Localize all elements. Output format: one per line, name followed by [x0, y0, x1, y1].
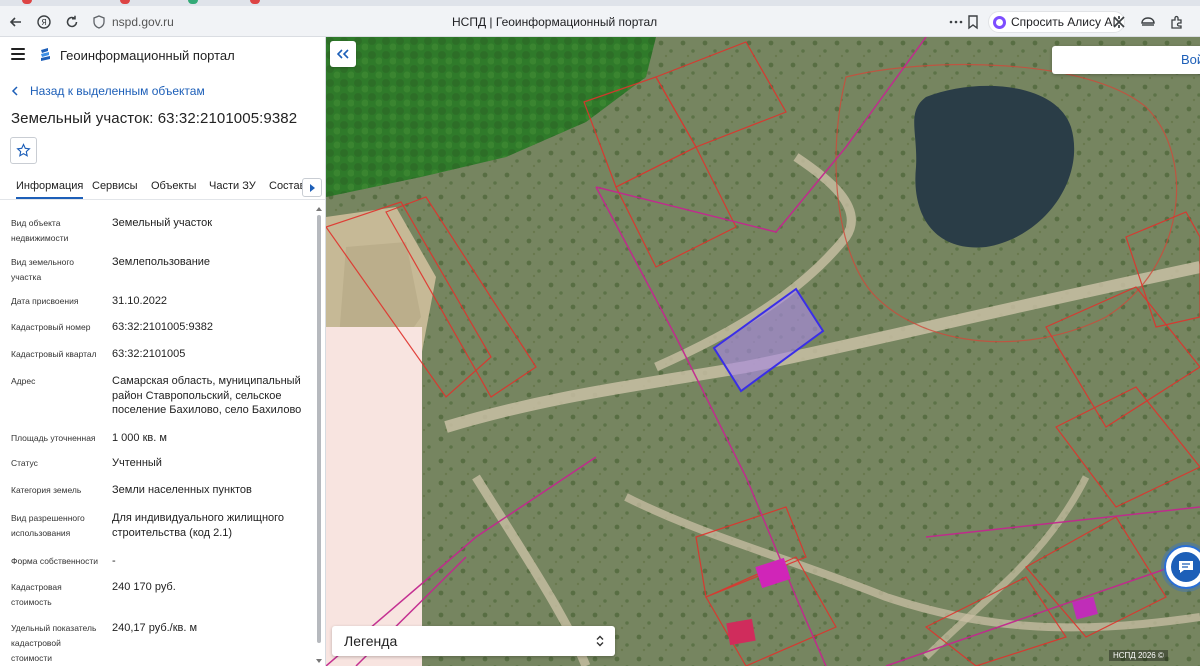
property-value: Земельный участок: [112, 217, 213, 229]
satellite-map: [326, 37, 1200, 666]
login-label: Вой: [1181, 52, 1200, 67]
tab-parts[interactable]: Части ЗУ: [209, 180, 256, 192]
expand-collapse-icon: [596, 635, 604, 647]
property-value: 240,17 руб./кв. м: [112, 622, 198, 634]
tab-information[interactable]: Информация: [16, 180, 84, 199]
back-link-label: Назад к выделенным объектам: [30, 84, 205, 98]
login-button[interactable]: Вой: [1052, 46, 1200, 74]
collapse-panel-button[interactable]: [330, 41, 356, 67]
legend-label: Легенда: [344, 633, 398, 649]
scroll-down-arrow-icon[interactable]: [316, 659, 322, 663]
property-label: Площадь уточненная: [11, 433, 96, 443]
chevron-right-icon: [309, 183, 315, 192]
property-label: Удельный показатель кадастровой стоимост…: [11, 623, 97, 663]
property-label: Статус: [11, 458, 38, 468]
property-value: Учтенный: [112, 457, 162, 469]
favorite-button[interactable]: [10, 137, 37, 164]
tab-objects[interactable]: Объекты: [151, 180, 196, 192]
portal-title: Геоинформационный портал: [60, 48, 235, 63]
chat-icon: [1171, 552, 1200, 582]
property-value: 240 170 руб.: [112, 581, 176, 593]
property-label: Кадастровый номер: [11, 322, 91, 332]
property-label: Вид объекта недвижимости: [11, 218, 69, 243]
property-label: Кадастровый квартал: [11, 349, 97, 359]
property-list: Вид объекта недвижимости Земельный участ…: [0, 200, 316, 666]
chat-button[interactable]: [1164, 545, 1200, 589]
portal-logo-icon: [41, 48, 50, 61]
svg-text:Я: Я: [41, 18, 47, 27]
map-view[interactable]: Вой Легенда НСПД 2026 ©: [326, 37, 1200, 666]
property-value: -: [112, 555, 116, 567]
chevron-left-icon: [11, 86, 18, 96]
ask-alice-label: Спросить Алису AI: [1011, 15, 1116, 29]
property-value: 31.10.2022: [112, 295, 168, 307]
page-title: НСПД | Геоинформационный портал: [452, 15, 658, 29]
tab-services[interactable]: Сервисы: [92, 180, 138, 192]
property-label: Адрес: [11, 376, 36, 386]
property-value: Самарская область, муниципальный район С…: [112, 375, 302, 416]
address-bar[interactable]: nspd.gov.ru: [112, 15, 174, 29]
info-panel: Геоинформационный портал Назад к выделен…: [0, 37, 326, 666]
shield-icon[interactable]: [88, 11, 110, 33]
back-arrow-icon[interactable]: [5, 11, 27, 33]
tabs-scroll-right-button[interactable]: [302, 178, 322, 197]
ask-alice-button[interactable]: Спросить Алису AI: [988, 11, 1125, 33]
tab-favicon: [120, 0, 130, 4]
alice-icon: [993, 15, 1006, 29]
property-value: 1 000 кв. м: [112, 432, 167, 444]
hamburger-menu-icon[interactable]: [11, 48, 25, 60]
back-to-selection-link[interactable]: Назад к выделенным объектам: [11, 84, 205, 98]
property-value: Земли населенных пунктов: [112, 484, 252, 496]
panel-header: Геоинформационный портал: [0, 37, 325, 73]
puzzle-icon[interactable]: [1166, 11, 1188, 33]
property-label: Дата присвоения: [11, 296, 79, 306]
reload-icon[interactable]: [61, 11, 83, 33]
panel-scrollbar[interactable]: [316, 207, 322, 663]
property-value: Землепользование: [112, 256, 211, 268]
bookmark-icon[interactable]: [962, 11, 984, 33]
legend-dropdown[interactable]: Легенда: [332, 626, 615, 656]
tab-favicon: [22, 0, 32, 4]
double-chevron-left-icon: [337, 49, 349, 59]
object-title: Земельный участок: 63:32:2101005:9382: [11, 110, 298, 127]
scroll-thumb[interactable]: [317, 215, 321, 643]
extensions-icon[interactable]: [1108, 11, 1130, 33]
browser-toolbar: Я nspd.gov.ru НСПД | Геоинформационный п…: [0, 6, 1200, 37]
downloads-icon[interactable]: [1137, 11, 1159, 33]
yandex-icon[interactable]: Я: [33, 11, 55, 33]
property-value: 63:32:2101005:9382: [112, 321, 213, 333]
tab-favicon: [188, 0, 198, 4]
info-tabs: Информация Сервисы Объекты Части ЗУ Сост…: [0, 174, 325, 200]
scroll-up-arrow-icon[interactable]: [316, 207, 322, 211]
property-label: Кадастровая стоимость: [11, 582, 62, 607]
map-copyright: НСПД 2026 ©: [1109, 650, 1168, 661]
property-label: Категория земель: [11, 485, 82, 495]
property-label: Вид разрешенного использования: [11, 513, 85, 538]
star-icon: [16, 143, 31, 157]
tab-composition[interactable]: Состав: [269, 180, 305, 192]
property-label: Форма собственности: [11, 556, 98, 566]
property-value: 63:32:2101005: [112, 348, 186, 360]
property-value: Для индивидуального жилищного строительс…: [112, 512, 285, 539]
property-label: Вид земельного участка: [11, 257, 75, 282]
tab-favicon: [250, 0, 260, 4]
